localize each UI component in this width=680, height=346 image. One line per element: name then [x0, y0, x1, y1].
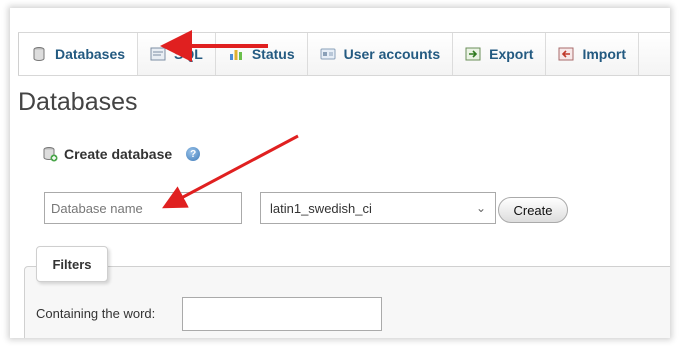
tab-label: Export	[489, 46, 534, 62]
filters-legend: Filters	[36, 246, 108, 282]
user-accounts-icon	[320, 48, 336, 60]
tab-sql[interactable]: SQL	[138, 33, 216, 75]
chevron-down-icon: ⌄	[475, 201, 486, 215]
sql-icon	[150, 47, 166, 61]
create-database-label: Create database	[64, 146, 173, 162]
import-icon	[558, 47, 574, 61]
phpmyadmin-panel: Databases SQL Status User accounts Expor…	[10, 8, 670, 338]
export-icon	[465, 47, 481, 61]
help-icon[interactable]: ?	[186, 147, 201, 161]
tab-label: User accounts	[343, 46, 441, 62]
top-tab-bar: Databases SQL Status User accounts Expor…	[18, 32, 670, 76]
database-icon	[33, 47, 45, 62]
collation-value: latin1_swedish_ci	[270, 200, 372, 216]
containing-word-input[interactable]	[182, 297, 382, 331]
page-title: Databases	[18, 88, 138, 116]
tab-label: Databases	[55, 46, 126, 62]
database-name-input[interactable]	[44, 192, 242, 224]
tab-label: Status	[251, 46, 295, 62]
tab-status[interactable]: Status	[216, 33, 308, 75]
tab-export[interactable]: Export	[453, 33, 547, 75]
create-database-heading: Create database ?	[42, 146, 201, 162]
containing-word-label: Containing the word:	[36, 306, 156, 321]
tab-label: SQL	[174, 46, 203, 62]
tab-label: Import	[582, 46, 627, 62]
tab-databases[interactable]: Databases	[18, 33, 139, 75]
new-database-icon	[43, 147, 58, 162]
collation-select[interactable]: latin1_swedish_ci ⌄	[260, 192, 496, 224]
create-button[interactable]: Create	[498, 197, 568, 223]
tab-import[interactable]: Import	[546, 33, 640, 75]
tab-user-accounts[interactable]: User accounts	[308, 33, 454, 75]
status-icon	[229, 50, 242, 60]
